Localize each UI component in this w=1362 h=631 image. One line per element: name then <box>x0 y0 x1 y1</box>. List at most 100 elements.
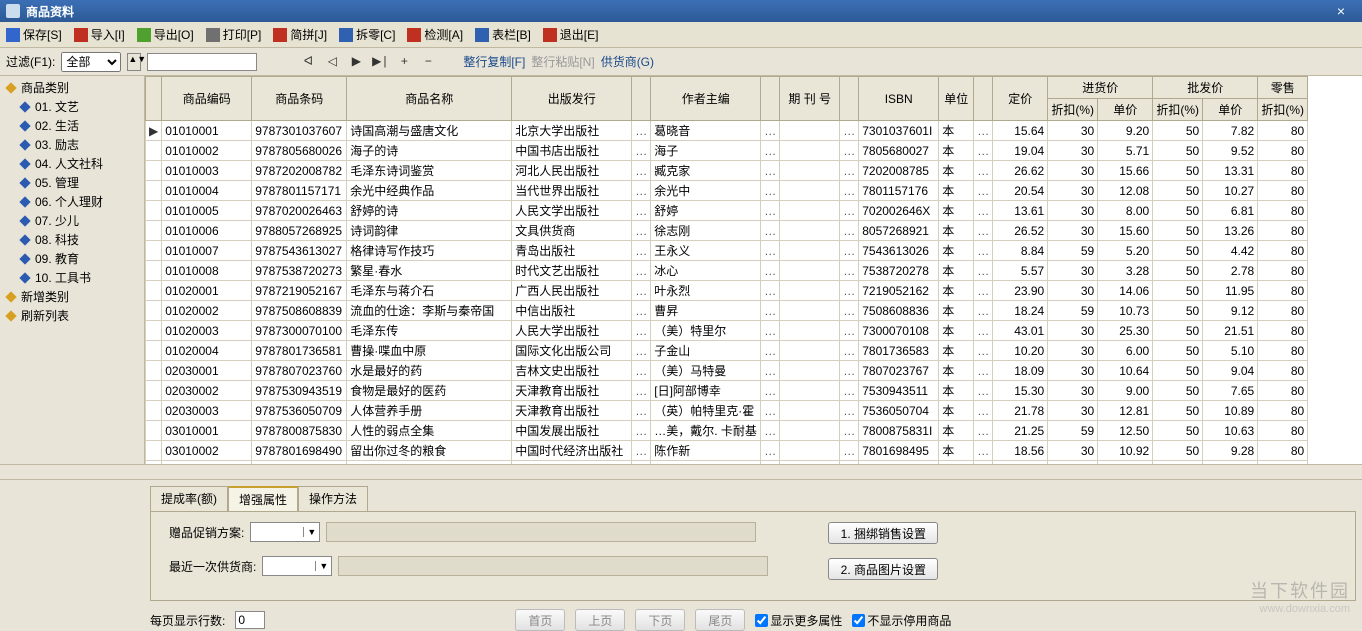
rows-per-page-label: 每页显示行数: <box>150 612 225 629</box>
table-row[interactable]: ▶ 010100019787301037607诗国高潮与盛唐文化北京大学出版社…… <box>146 121 1308 141</box>
chk-show-more-box[interactable] <box>755 614 768 627</box>
grid-scrollbar[interactable] <box>0 464 1362 480</box>
add-category-label: 新增类别 <box>21 288 69 305</box>
spin-icon[interactable]: ▲▼ <box>127 53 141 71</box>
tabs: 提成率(额)增强属性操作方法 <box>150 486 1356 511</box>
table-row[interactable]: 010100069788057268925诗词韵律文具供货商… 徐志刚……805… <box>146 221 1308 241</box>
tree-item-label: 02. 生活 <box>35 117 79 134</box>
promo-label: 赠品促销方案: <box>169 524 244 541</box>
diamond-icon <box>19 215 30 226</box>
close-button[interactable]: × <box>1326 3 1356 19</box>
page-last[interactable]: 尾页 <box>695 609 745 631</box>
tab-2[interactable]: 操作方法 <box>298 486 368 511</box>
nav-next[interactable]: ▶ <box>347 53 365 71</box>
tree-item-label: 07. 少儿 <box>35 212 79 229</box>
table-row[interactable]: 030100039787508040738九型人格中国时代经济出版社… （美）帕… <box>146 461 1308 465</box>
filter-bar: 过滤(F1): 全部 ▲▼ ᐊ ◁ ▶ ▶| + − 整行复制[F] 整行粘贴[… <box>0 48 1362 76</box>
table-row[interactable]: 010200039787300070100毛泽东传人民大学出版社… （美）特里尔… <box>146 321 1308 341</box>
table-row[interactable]: 020300019787807023760水是最好的药吉林文史出版社… （美）马… <box>146 361 1308 381</box>
toolbar-label: 导入[I] <box>91 26 125 43</box>
toolbar-拆零[C][interactable]: 拆零[C] <box>339 26 395 43</box>
table-row[interactable]: 020300029787530943519食物是最好的医药天津教育出版社… [日… <box>146 381 1308 401</box>
nav-del[interactable]: − <box>419 53 437 71</box>
supplier-link[interactable]: 供货商(G) <box>601 53 654 70</box>
tree-item[interactable]: 05. 管理 <box>4 173 140 192</box>
toolbar-检测[A][interactable]: 检测[A] <box>407 26 463 43</box>
table-row[interactable]: 030100019787800875830人性的弱点全集中国发展出版社… …美，… <box>146 421 1308 441</box>
image-button[interactable]: 2. 商品图片设置 <box>828 558 938 580</box>
table-row[interactable]: 010100029787805680026海子的诗中国书店出版社… 海子……78… <box>146 141 1308 161</box>
tab-0[interactable]: 提成率(额) <box>150 486 228 511</box>
table-row[interactable]: 010200049787801736581曹操·喋血中原国际文化出版公司… 子金… <box>146 341 1308 361</box>
table-row[interactable]: 020300039787536050709人体营养手册天津教育出版社… （英）帕… <box>146 401 1308 421</box>
diamond-icon <box>19 272 30 283</box>
bundle-button[interactable]: 1. 捆绑销售设置 <box>828 522 938 544</box>
add-category[interactable]: 新增类别 <box>4 287 140 306</box>
tree-item[interactable]: 07. 少儿 <box>4 211 140 230</box>
tab-1[interactable]: 增强属性 <box>228 486 298 511</box>
promo-readonly <box>326 522 756 542</box>
tree-item[interactable]: 04. 人文社科 <box>4 154 140 173</box>
nav-prev[interactable]: ◁ <box>323 53 341 71</box>
chk-hide-disabled-box[interactable] <box>852 614 865 627</box>
refresh-list[interactable]: 刷新列表 <box>4 306 140 325</box>
tree-item[interactable]: 08. 科技 <box>4 230 140 249</box>
diamond-icon <box>19 120 30 131</box>
table-row[interactable]: 010100049787801157171余光中经典作品当代世界出版社… 余光中… <box>146 181 1308 201</box>
diamond-icon <box>19 196 30 207</box>
toolbar-icon <box>206 28 220 42</box>
supplier-combo[interactable]: ▼ <box>262 556 332 576</box>
promo-combo[interactable]: ▼ <box>250 522 320 542</box>
nav-first[interactable]: ᐊ <box>299 53 317 71</box>
toolbar-导入[I][interactable]: 导入[I] <box>74 26 125 43</box>
diamond-icon <box>19 101 30 112</box>
diamond-icon <box>5 291 16 302</box>
chk-show-more[interactable]: 显示更多属性 <box>755 612 842 629</box>
chevron-down-icon: ▼ <box>303 527 319 537</box>
toolbar-退出[E][interactable]: 退出[E] <box>543 26 599 43</box>
tree-item-label: 10. 工具书 <box>35 269 91 286</box>
toolbar-icon <box>407 28 421 42</box>
tree-root[interactable]: 商品类别 <box>4 78 140 97</box>
watermark-url: www.downxia.com <box>1250 603 1350 615</box>
tree-item[interactable]: 09. 教育 <box>4 249 140 268</box>
toolbar-label: 拆零[C] <box>356 26 395 43</box>
page-next[interactable]: 下页 <box>635 609 685 631</box>
tree-item[interactable]: 02. 生活 <box>4 116 140 135</box>
page-prev[interactable]: 上页 <box>575 609 625 631</box>
tree-item[interactable]: 06. 个人理财 <box>4 192 140 211</box>
table-row[interactable]: 010100079787543613027格律诗写作技巧青岛出版社… 王永义……… <box>146 241 1308 261</box>
nav-last[interactable]: ▶| <box>371 53 389 71</box>
table-row[interactable]: 010100039787202008782毛泽东诗词鉴赏河北人民出版社… 臧克家… <box>146 161 1308 181</box>
table-row[interactable]: 010100059787020026463舒婷的诗人民文学出版社… 舒婷……70… <box>146 201 1308 221</box>
table-row[interactable]: 010100089787538720273繁星·春水时代文艺出版社… 冰心……7… <box>146 261 1308 281</box>
tree-item-label: 08. 科技 <box>35 231 79 248</box>
toolbar-打印[P][interactable]: 打印[P] <box>206 26 262 43</box>
tree-item[interactable]: 01. 文艺 <box>4 97 140 116</box>
tree-item[interactable]: 03. 励志 <box>4 135 140 154</box>
toolbar-保存[S][interactable]: 保存[S] <box>6 26 62 43</box>
table-row[interactable]: 030100029787801698490留出你过冬的粮食中国时代经济出版社… … <box>146 441 1308 461</box>
tree-item-label: 03. 励志 <box>35 136 79 153</box>
app-icon <box>6 4 20 18</box>
toolbar-表栏[B][interactable]: 表栏[B] <box>475 26 531 43</box>
page-first[interactable]: 首页 <box>515 609 565 631</box>
table-row[interactable]: 010200029787508608839流血的仕途：李斯与秦帝国中信出版社… … <box>146 301 1308 321</box>
filter-input[interactable] <box>147 53 257 71</box>
supplier-readonly <box>338 556 768 576</box>
toolbar-icon <box>273 28 287 42</box>
toolbar-label: 检测[A] <box>424 26 463 43</box>
tree-item[interactable]: 10. 工具书 <box>4 268 140 287</box>
nav-add[interactable]: + <box>395 53 413 71</box>
rows-per-page-input[interactable] <box>235 611 265 629</box>
filter-select[interactable]: 全部 <box>61 52 121 72</box>
copy-row-link[interactable]: 整行复制[F] <box>463 53 525 70</box>
toolbar-简拼[J][interactable]: 简拼[J] <box>273 26 327 43</box>
chk-hide-disabled[interactable]: 不显示停用商品 <box>852 612 951 629</box>
grid[interactable]: 商品编码 商品条码 商品名称 出版发行 作者主编 期 刊 号 ISBN 单位 定… <box>145 76 1362 464</box>
window-title: 商品资料 <box>26 3 1326 20</box>
toolbar-导出[O][interactable]: 导出[O] <box>137 26 194 43</box>
tree-item-label: 09. 教育 <box>35 250 79 267</box>
table-row[interactable]: 010200019787219052167毛泽东与蒋介石广西人民出版社… 叶永烈… <box>146 281 1308 301</box>
main: 商品类别 01. 文艺02. 生活 03. 励志04. 人文社科05. 管理06.… <box>0 76 1362 464</box>
